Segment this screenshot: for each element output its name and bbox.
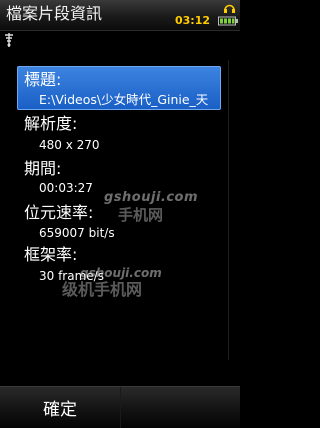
- title-value: E:\Videos\少女時代_Ginie_天: [39, 92, 209, 107]
- softkey-bar: 確定: [0, 386, 240, 428]
- right-softkey[interactable]: [121, 387, 240, 428]
- bitrate-value: 659007 bit/s: [39, 226, 115, 240]
- confirm-button[interactable]: 確定: [0, 387, 121, 428]
- framerate-label: 框架率:: [24, 245, 78, 264]
- duration-label: 期間:: [24, 159, 62, 178]
- title-bar: 檔案片段資訊 03:12: [0, 0, 240, 31]
- title-label: 標題:: [24, 70, 62, 89]
- headset-icon: [224, 4, 235, 13]
- clock: 03:12: [174, 14, 210, 27]
- scrollbar[interactable]: [228, 60, 237, 360]
- resolution-value: 480 x 270: [39, 138, 100, 152]
- field-row-title[interactable]: 標題: E:\Videos\少女時代_Ginie_天: [17, 66, 221, 110]
- bitrate-label: 位元速率:: [24, 203, 94, 222]
- duration-value: 00:03:27: [39, 181, 93, 195]
- watermark-brand-lower: 级机手机网: [62, 280, 143, 299]
- page-title: 檔案片段資訊: [6, 4, 103, 23]
- resolution-label: 解析度:: [24, 114, 78, 133]
- signal-icon: [5, 33, 13, 47]
- watermark-site: gshouji.com: [104, 190, 199, 205]
- watermark-brand: 手机网: [118, 206, 164, 224]
- battery-icon: [218, 16, 238, 26]
